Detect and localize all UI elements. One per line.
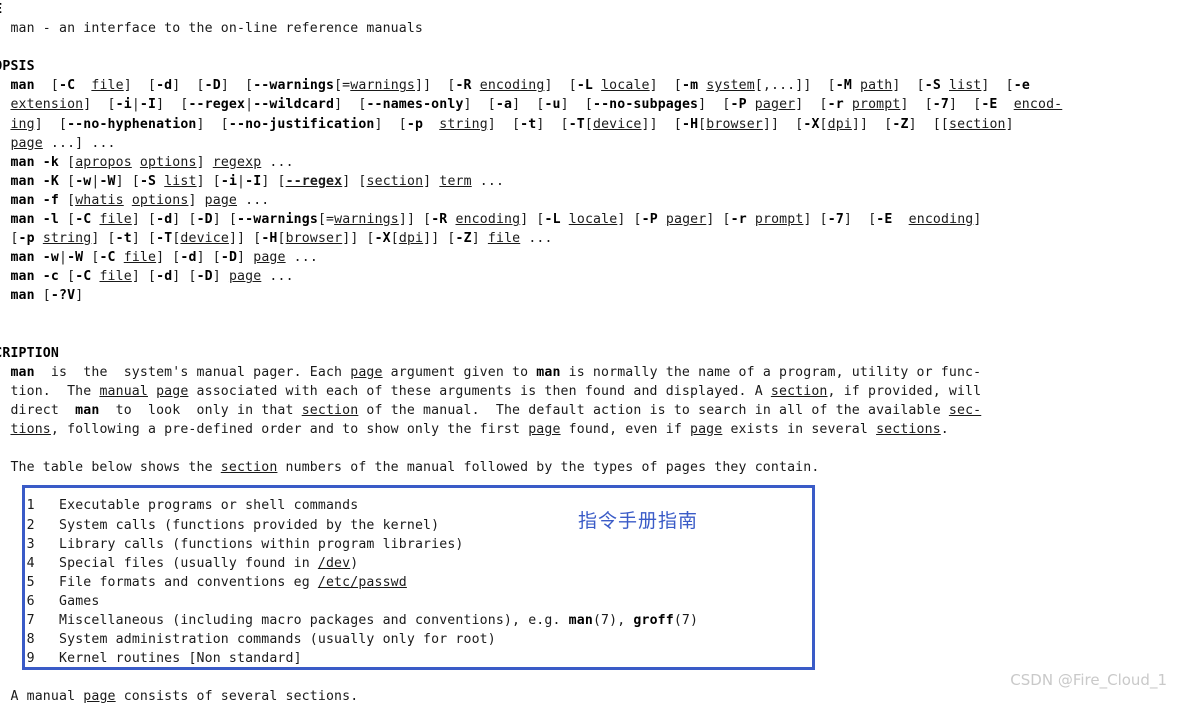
table-row: 4 Special files (usually found in /dev)	[26, 555, 359, 571]
man-page-content: NAME man - an interface to the on-line r…	[0, 0, 1179, 704]
table-row: 5 File formats and conventions eg /etc/p…	[26, 574, 407, 590]
section-description: System calls (functions provided by the …	[59, 517, 440, 533]
table-row: 6 Games	[0, 592, 1179, 611]
description-line: man is the system's manual pager. Each p…	[10, 364, 982, 380]
section-number: 7	[26, 613, 35, 628]
synopsis-line: ing] [--no-hyphenation] [--no-justificat…	[10, 116, 1014, 132]
section-description: System administration commands (usually …	[59, 632, 496, 648]
section-heading-description: DESCRIPTION	[0, 345, 59, 361]
table-row: 3 Library calls (functions within progra…	[0, 535, 1179, 554]
table-row: 8 System administration commands (usuall…	[0, 630, 1179, 649]
synopsis-line: page ...] ...	[10, 135, 116, 151]
section-description: Games	[59, 593, 100, 609]
watermark-text: CSDN @Fire_Cloud_1	[1010, 671, 1167, 689]
section-number: 8	[26, 632, 35, 648]
section-number: 5	[26, 574, 35, 590]
section-number: 2	[26, 517, 35, 533]
synopsis-line: man [-C file] [-d] [-D] [--warnings[=war…	[10, 78, 1030, 94]
name-body-line: man - an interface to the on-line refere…	[0, 21, 424, 37]
synopsis-line: man -l [-C file] [-d] [-D] [--warnings[=…	[10, 212, 982, 228]
description-table-intro: The table below shows the section number…	[10, 460, 820, 476]
section-heading-name: NAME	[0, 0, 1179, 19]
synopsis-line: extension] [-i|-I] [--regex|--wildcard] …	[10, 97, 1063, 113]
description-line: tions, following a pre-defined order and…	[10, 422, 949, 438]
section-description: Executable programs or shell commands	[59, 498, 359, 514]
section-number: 4	[26, 555, 35, 571]
table-row: 7 Miscellaneous (including macro package…	[26, 613, 699, 628]
description-line: direct man to look only in that section …	[10, 402, 982, 418]
section-heading-synopsis: SYNOPSIS	[0, 59, 35, 75]
chinese-annotation-label: 指令手册指南	[578, 510, 699, 532]
section-description: Library calls (functions within program …	[59, 536, 464, 552]
description-line: tion. The manual page associated with ea…	[10, 383, 982, 399]
synopsis-line: [-p string] [-t] [-T[device]] [-H[browse…	[10, 231, 553, 247]
synopsis-line: man -w|-W [-C file] [-d] [-D] page ...	[10, 250, 318, 266]
section-number: 6	[26, 593, 35, 609]
synopsis-line: man -f [whatis options] page ...	[10, 192, 270, 208]
synopsis-line: man [-?V]	[10, 288, 84, 304]
synopsis-line: man -k [apropos options] regexp ...	[10, 154, 294, 170]
synopsis-line: man -c [-C file] [-d] [-D] page ...	[10, 269, 294, 285]
table-row: 9 Kernel routines [Non standard]	[0, 649, 1179, 668]
section-number: 1	[26, 498, 35, 514]
section-number: 9	[26, 651, 35, 667]
section-description: Kernel routines [Non standard]	[59, 651, 302, 667]
section-number: 3	[26, 536, 35, 552]
synopsis-line: man -K [-w|-W] [-S list] [-i|-I] [--rege…	[10, 173, 505, 189]
